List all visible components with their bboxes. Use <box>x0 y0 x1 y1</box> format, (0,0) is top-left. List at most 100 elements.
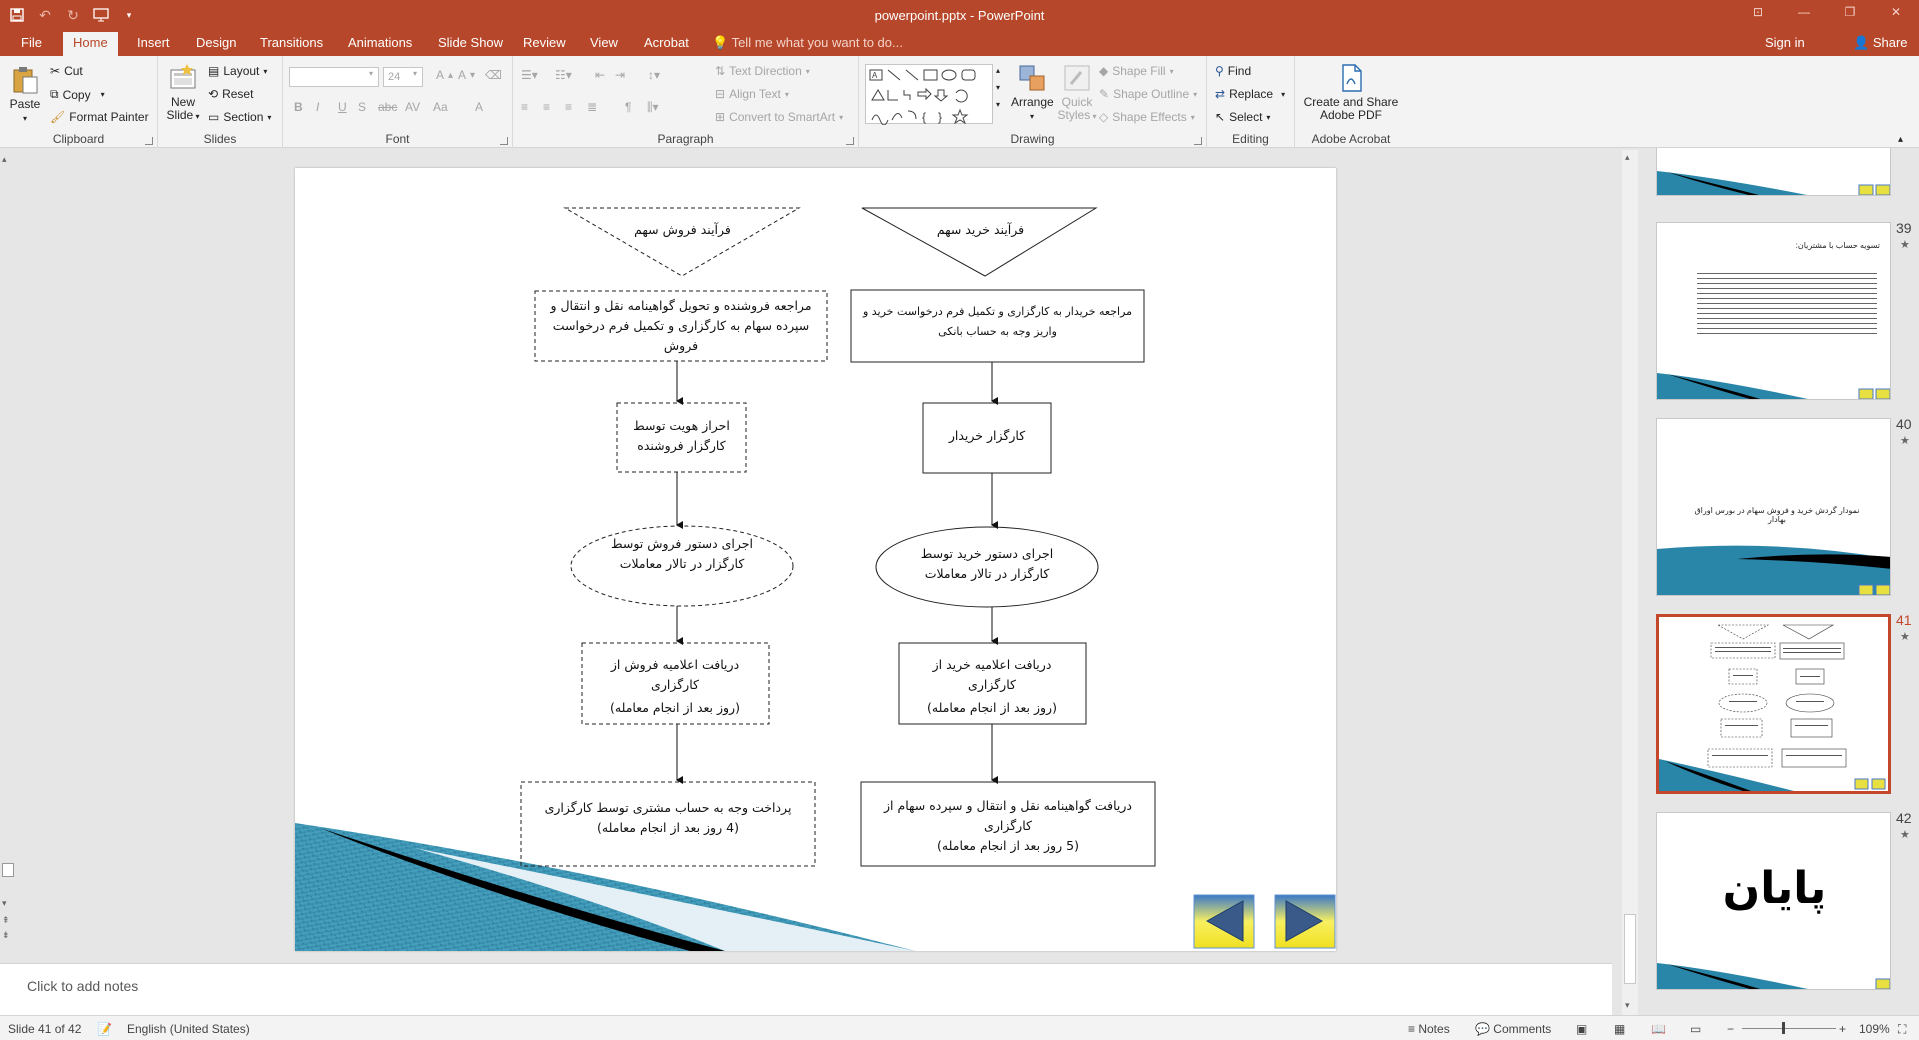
shadow-icon[interactable]: S <box>358 100 366 114</box>
scroll-thumb[interactable] <box>1624 914 1636 984</box>
notes-pane[interactable]: Click to add notes <box>0 963 1612 1015</box>
tab-review[interactable]: Review <box>513 32 576 56</box>
decrease-indent-icon[interactable]: ⇤ <box>595 68 605 82</box>
tab-animations[interactable]: Animations <box>338 32 422 56</box>
drawing-launcher-icon[interactable] <box>1194 137 1202 145</box>
zoom-level[interactable]: 109% <box>1859 1022 1890 1036</box>
decrease-font-icon[interactable]: A ▾ <box>458 68 475 82</box>
restore-icon[interactable]: ❐ <box>1827 0 1873 24</box>
fit-to-window-icon[interactable]: ⛶ <box>1898 1022 1906 1037</box>
chevron-down-icon[interactable]: ▾ <box>413 69 417 78</box>
align-text-button[interactable]: ⊟ Align Text ▾ <box>715 87 789 101</box>
chevron-down-icon[interactable]: ▾ <box>369 69 373 78</box>
align-right-icon[interactable]: ≡ <box>565 100 572 114</box>
tab-design[interactable]: Design <box>186 32 246 56</box>
tab-file[interactable]: File <box>11 32 52 56</box>
more-shapes-icon[interactable]: ▾ <box>996 100 1000 109</box>
change-case-icon[interactable]: Aa <box>433 100 448 114</box>
slide-canvas[interactable]: فرآیند فروش سهم فرآیند خرید سهم مراجعه ف… <box>295 168 1336 951</box>
font-color-icon[interactable]: A <box>475 100 483 114</box>
zoom-in-icon[interactable]: + <box>1839 1022 1846 1036</box>
justify-icon[interactable]: ≣ <box>587 100 597 114</box>
ribbon-display-options-icon[interactable]: ⊡ <box>1735 0 1781 24</box>
spell-check-icon[interactable]: 📝 <box>97 1022 112 1036</box>
tell-me-box[interactable]: 💡 Tell me what you want to do... <box>712 32 903 56</box>
slide-thumbnail-40[interactable]: نمودار گردش خرید و فروش سهام در بورس اور… <box>1656 418 1891 596</box>
replace-button[interactable]: ⇄ Replace ▾ <box>1215 87 1285 101</box>
clipboard-launcher-icon[interactable] <box>145 137 153 145</box>
shape-effects-button[interactable]: ◇ Shape Effects ▾ <box>1099 110 1195 124</box>
shape-outline-button[interactable]: ✎ Shape Outline ▾ <box>1099 87 1197 101</box>
slide-thumbnail-39[interactable]: تسویه حساب با مشتریان: <box>1656 222 1891 400</box>
clear-formatting-icon[interactable]: ⌫ <box>485 68 502 82</box>
italic-icon[interactable]: I <box>316 100 319 114</box>
close-icon[interactable]: ✕ <box>1873 0 1919 24</box>
cut-button[interactable]: ✂ Cut <box>50 64 83 78</box>
strikethrough-icon[interactable]: abc <box>378 100 397 114</box>
reading-view-icon[interactable]: 📖 <box>1651 1022 1666 1036</box>
collapse-ribbon-icon[interactable]: ▴ <box>1898 134 1903 145</box>
scroll-up-icon[interactable]: ▴ <box>996 66 1000 75</box>
scroll-down-icon[interactable]: ▾ <box>996 83 1000 92</box>
font-name-combo[interactable] <box>289 67 379 87</box>
tab-home[interactable]: Home <box>63 32 118 56</box>
format-painter-button[interactable]: 🖌 Format Painter <box>50 110 149 124</box>
text-direction-button[interactable]: ⇅ Text Direction ▾ <box>715 64 810 78</box>
left-scrollbar[interactable]: ▴ ▾ ⇞ ⇟ <box>0 150 16 950</box>
sign-in-link[interactable]: Sign in <box>1765 32 1805 54</box>
slide-thumbnail-42[interactable]: پایان <box>1656 812 1891 990</box>
columns-icon[interactable]: ⫼▾ <box>647 100 659 115</box>
convert-smartart-button[interactable]: ⊞ Convert to SmartArt ▾ <box>715 110 843 124</box>
bullets-icon[interactable]: ☰▾ <box>521 68 538 82</box>
tab-insert[interactable]: Insert <box>127 32 180 56</box>
zoom-slider-thumb[interactable] <box>1782 1022 1785 1034</box>
tab-transitions[interactable]: Transitions <box>250 32 333 56</box>
shape-fill-button[interactable]: ◆ Shape Fill ▾ <box>1099 64 1174 78</box>
shapes-gallery[interactable]: A { } <box>865 64 993 126</box>
align-left-icon[interactable]: ≡ <box>521 100 528 114</box>
scroll-up-icon[interactable]: ▴ <box>2 154 7 165</box>
comments-toggle[interactable]: 💬 Comments <box>1475 1022 1551 1036</box>
new-slide-button[interactable]: New Slide ▾ <box>164 62 202 123</box>
increase-font-icon[interactable]: A ▴ <box>436 68 453 82</box>
rtl-icon[interactable]: ¶ <box>625 100 631 114</box>
slide-show-icon[interactable]: ▭ <box>1690 1022 1701 1036</box>
zoom-out-icon[interactable]: − <box>1727 1022 1734 1036</box>
bold-icon[interactable]: B <box>294 100 303 114</box>
quick-styles-button[interactable]: Quick Styles ▾ <box>1057 62 1097 123</box>
minimize-icon[interactable]: — <box>1781 0 1827 24</box>
tab-slide-show[interactable]: Slide Show <box>428 32 513 56</box>
tab-acrobat[interactable]: Acrobat <box>634 32 699 56</box>
numbering-icon[interactable]: ☷▾ <box>555 68 572 82</box>
scroll-down-icon[interactable]: ▾ <box>1625 1000 1630 1011</box>
scroll-up-icon[interactable]: ▴ <box>1625 152 1630 163</box>
zoom-slider[interactable] <box>1742 1028 1836 1029</box>
find-button[interactable]: ⚲ Find <box>1215 64 1251 78</box>
scroll-down-icon[interactable]: ▾ <box>2 898 7 909</box>
paragraph-launcher-icon[interactable] <box>846 137 854 145</box>
previous-slide-icon[interactable]: ⇞ <box>2 915 10 926</box>
language-indicator[interactable]: English (United States) <box>127 1022 250 1036</box>
increase-indent-icon[interactable]: ⇥ <box>615 68 625 82</box>
reset-button[interactable]: ⟲ Reset <box>208 87 253 101</box>
character-spacing-icon[interactable]: AV <box>405 100 420 114</box>
layout-button[interactable]: ▤ Layout ▾ <box>208 64 267 78</box>
slide-sorter-icon[interactable]: ▦ <box>1614 1022 1625 1036</box>
paste-button[interactable]: Paste ▾ <box>6 64 44 125</box>
select-button[interactable]: ↖ Select ▾ <box>1215 110 1270 124</box>
scroll-thumb[interactable] <box>2 863 14 877</box>
font-launcher-icon[interactable] <box>500 137 508 145</box>
arrange-button[interactable]: Arrange ▾ <box>1011 62 1054 123</box>
create-share-pdf-button[interactable]: Create and Share Adobe PDF <box>1301 62 1401 122</box>
tab-view[interactable]: View <box>580 32 628 56</box>
shapes-scroll[interactable]: ▴ ▾ ▾ <box>996 66 1000 109</box>
normal-view-icon[interactable]: ▣ <box>1576 1022 1587 1036</box>
slide-thumbnail-41[interactable] <box>1656 614 1891 794</box>
section-button[interactable]: ▭ Section ▾ <box>208 110 271 124</box>
next-slide-icon[interactable]: ⇟ <box>2 930 10 941</box>
notes-toggle[interactable]: ≡ Notes <box>1408 1022 1450 1036</box>
underline-icon[interactable]: U <box>338 100 347 114</box>
slide-thumbnail-38[interactable] <box>1656 148 1891 196</box>
align-center-icon[interactable]: ≡ <box>543 100 550 114</box>
copy-button[interactable]: ⧉ Copy ▾ <box>50 87 105 102</box>
